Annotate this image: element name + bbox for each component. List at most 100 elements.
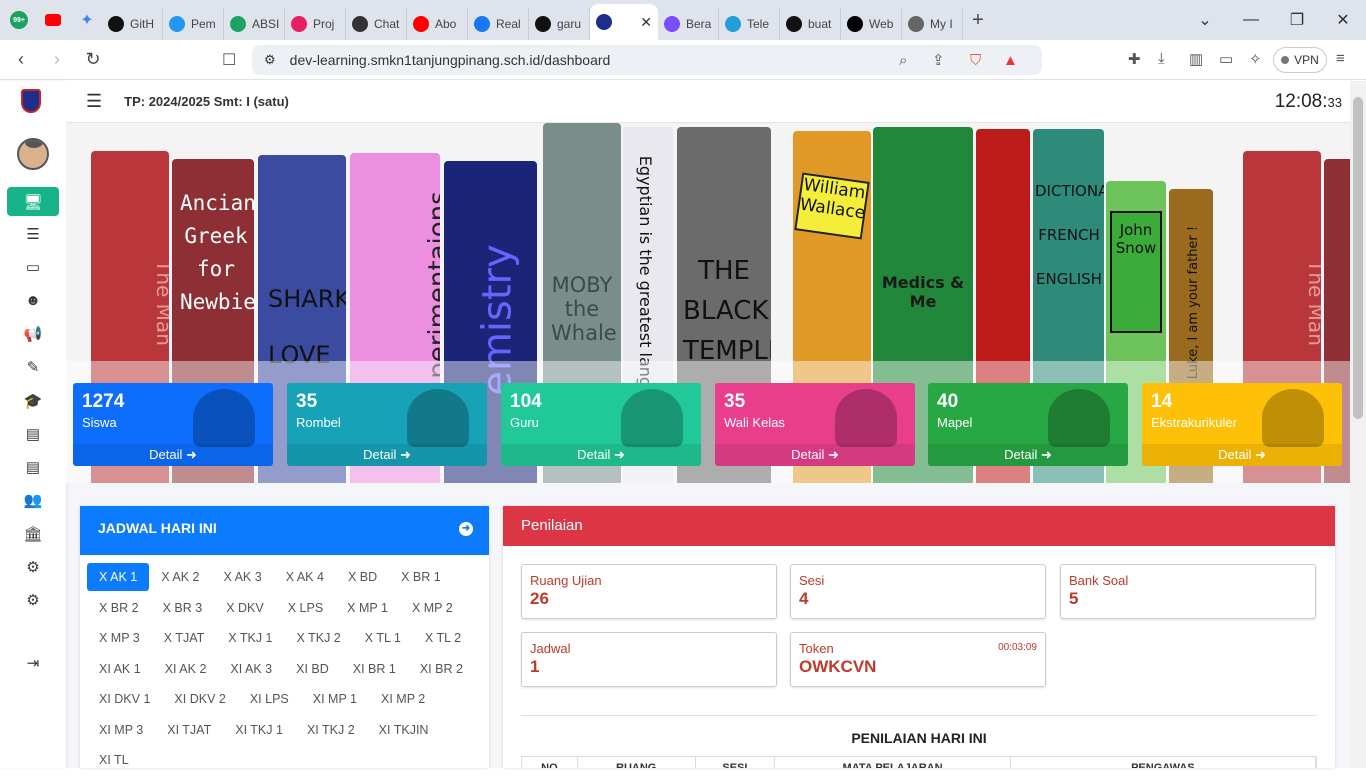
class-pill[interactable]: X TKJ 1 bbox=[216, 624, 284, 652]
close-tab-icon[interactable]: ✕ bbox=[640, 14, 652, 31]
brave-shield-icon[interactable]: ⛉ bbox=[970, 52, 981, 69]
class-pill[interactable]: XI AK 2 bbox=[153, 655, 219, 683]
sidebar-item-book[interactable]: ▤ bbox=[7, 419, 59, 448]
sidebar-item-logout[interactable]: ⇥ bbox=[7, 648, 59, 677]
class-pill[interactable]: XI BR 2 bbox=[408, 655, 475, 683]
vpn-button[interactable]: VPN bbox=[1273, 47, 1327, 73]
sidebar-item-graduation[interactable]: 🎓 bbox=[7, 386, 59, 415]
class-pill[interactable]: XI DKV 1 bbox=[87, 685, 162, 713]
class-pill[interactable]: X AK 4 bbox=[274, 563, 336, 591]
scrollbar-thumb[interactable] bbox=[1353, 97, 1363, 419]
class-pill[interactable]: X TL 1 bbox=[353, 624, 413, 652]
omnibox[interactable]: ⚙ dev-learning.smkn1tanjungpinang.sch.id… bbox=[252, 45, 1042, 75]
maximize-button[interactable]: ❐ bbox=[1274, 10, 1320, 30]
pinned-tab-gemini[interactable]: ✦ bbox=[72, 5, 102, 35]
avatar[interactable] bbox=[17, 138, 49, 170]
stat-detail-link[interactable]: Detail ➜ bbox=[928, 444, 1128, 466]
stat-detail-link[interactable]: Detail ➜ bbox=[501, 444, 701, 466]
sidebar-item-announcement[interactable]: 📢 bbox=[7, 319, 59, 348]
class-pill[interactable]: XI TKJ 1 bbox=[223, 716, 295, 744]
bookmark-icon[interactable]: ☐ bbox=[222, 50, 236, 70]
browser-tab[interactable]: Tele bbox=[719, 8, 780, 40]
browser-tab[interactable]: Chat bbox=[346, 8, 407, 40]
class-pill[interactable]: X TJAT bbox=[152, 624, 217, 652]
class-pill[interactable]: XI TJAT bbox=[155, 716, 223, 744]
sidebar-item-user-settings-2[interactable]: ⚙ bbox=[7, 585, 59, 614]
sidebar-item-user-settings[interactable]: ⚙ bbox=[7, 552, 59, 581]
reload-button[interactable]: ↻ bbox=[78, 49, 108, 70]
zoom-icon[interactable]: ⌕ bbox=[899, 52, 907, 69]
class-pill[interactable]: XI BD bbox=[284, 655, 341, 683]
stat-detail-link[interactable]: Detail ➜ bbox=[287, 444, 487, 466]
browser-tab[interactable]: Pem bbox=[163, 8, 224, 40]
browser-tab[interactable]: Web bbox=[841, 8, 902, 40]
share-icon[interactable]: ⇪ bbox=[932, 51, 945, 69]
back-button[interactable]: ‹ bbox=[6, 49, 36, 70]
browser-tab[interactable]: garu bbox=[529, 8, 590, 40]
class-pill[interactable]: XI MP 3 bbox=[87, 716, 155, 744]
class-pill[interactable]: X BD bbox=[336, 563, 389, 591]
browser-tab[interactable]: ABSI bbox=[224, 8, 285, 40]
class-pill[interactable]: X DKV bbox=[214, 594, 276, 622]
pinned-tab-youtube[interactable] bbox=[38, 5, 68, 35]
pinned-tab-badge[interactable]: 99+ bbox=[4, 5, 34, 35]
forward-button[interactable]: › bbox=[42, 49, 72, 70]
page-scrollbar[interactable] bbox=[1350, 81, 1366, 768]
browser-tab[interactable]: Abo bbox=[407, 8, 468, 40]
class-pill[interactable]: XI AK 1 bbox=[87, 655, 153, 683]
minimize-button[interactable]: — bbox=[1228, 11, 1274, 29]
sidebar-item-book-2[interactable]: ▤ bbox=[7, 452, 59, 481]
download-icon[interactable]: ⤓ bbox=[1158, 50, 1165, 67]
browser-tab[interactable]: Bera bbox=[658, 8, 719, 40]
sidebar-item-student[interactable]: ☻ bbox=[7, 286, 59, 315]
class-pill[interactable]: X MP 2 bbox=[400, 594, 465, 622]
class-pill[interactable]: XI BR 1 bbox=[341, 655, 408, 683]
sidebar-item-laptop[interactable]: ▭ bbox=[7, 252, 59, 281]
wallet-icon[interactable]: ▭ bbox=[1219, 50, 1233, 68]
browser-tab[interactable]: buat bbox=[780, 8, 841, 40]
stat-detail-link[interactable]: Detail ➜ bbox=[715, 444, 915, 466]
class-pill[interactable]: X AK 3 bbox=[211, 563, 273, 591]
class-pill[interactable]: X AK 2 bbox=[149, 563, 211, 591]
class-pill[interactable]: X LPS bbox=[276, 594, 335, 622]
leo-ai-icon[interactable]: ✧ bbox=[1249, 50, 1262, 68]
school-logo[interactable] bbox=[21, 89, 41, 113]
class-pill[interactable]: XI TKJ 2 bbox=[295, 716, 367, 744]
tab-search-icon[interactable]: ⌄ bbox=[1182, 10, 1228, 30]
sidebar-icon[interactable]: ▥ bbox=[1189, 50, 1203, 68]
stat-detail-link[interactable]: Detail ➜ bbox=[1142, 444, 1342, 466]
brave-rewards-icon[interactable]: ▲ bbox=[1003, 52, 1018, 69]
hamburger-menu-icon[interactable]: ☰ bbox=[86, 91, 102, 112]
browser-tab[interactable]: ✕ bbox=[590, 4, 658, 40]
browser-tab[interactable]: Real bbox=[468, 8, 529, 40]
sidebar-item-users[interactable]: 👥 bbox=[7, 485, 59, 514]
class-pill[interactable]: XI AK 3 bbox=[218, 655, 284, 683]
arrow-circle-right-icon[interactable]: ➜ bbox=[459, 522, 473, 536]
class-pill[interactable]: X BR 3 bbox=[151, 594, 215, 622]
browser-tab[interactable]: GitH bbox=[102, 8, 163, 40]
class-pill[interactable]: X BR 2 bbox=[87, 594, 151, 622]
menu-icon[interactable]: ≡ bbox=[1336, 50, 1345, 67]
class-pill[interactable]: XI MP 2 bbox=[369, 685, 437, 713]
class-pill[interactable]: XI MP 1 bbox=[301, 685, 369, 713]
class-pill[interactable]: XI TL bbox=[87, 746, 141, 774]
class-pill[interactable]: X AK 1 bbox=[87, 563, 150, 591]
class-pill[interactable]: X MP 3 bbox=[87, 624, 152, 652]
sidebar-item-institution[interactable]: 🏛 bbox=[7, 519, 59, 548]
browser-tab[interactable]: Proj bbox=[285, 8, 346, 40]
class-pill[interactable]: X MP 1 bbox=[335, 594, 400, 622]
class-pill[interactable]: X BR 1 bbox=[389, 563, 453, 591]
extensions-icon[interactable]: ✚ bbox=[1128, 50, 1141, 68]
stat-detail-link[interactable]: Detail ➜ bbox=[73, 444, 273, 466]
new-tab-button[interactable]: + bbox=[963, 9, 993, 32]
sidebar-item-dashboard[interactable]: 🖥 bbox=[7, 187, 59, 216]
class-pill[interactable]: XI LPS bbox=[238, 685, 301, 713]
site-settings-icon[interactable]: ⚙ bbox=[264, 52, 276, 68]
sidebar-item-server[interactable]: ☰ bbox=[7, 219, 59, 248]
browser-tab[interactable]: My I bbox=[902, 8, 963, 40]
class-pill[interactable]: X TKJ 2 bbox=[285, 624, 353, 652]
class-pill[interactable]: XI TKJIN bbox=[367, 716, 441, 744]
sidebar-item-teacher[interactable]: ✎ bbox=[7, 352, 59, 381]
close-window-button[interactable]: ✕ bbox=[1320, 10, 1366, 30]
class-pill[interactable]: X TL 2 bbox=[413, 624, 473, 652]
